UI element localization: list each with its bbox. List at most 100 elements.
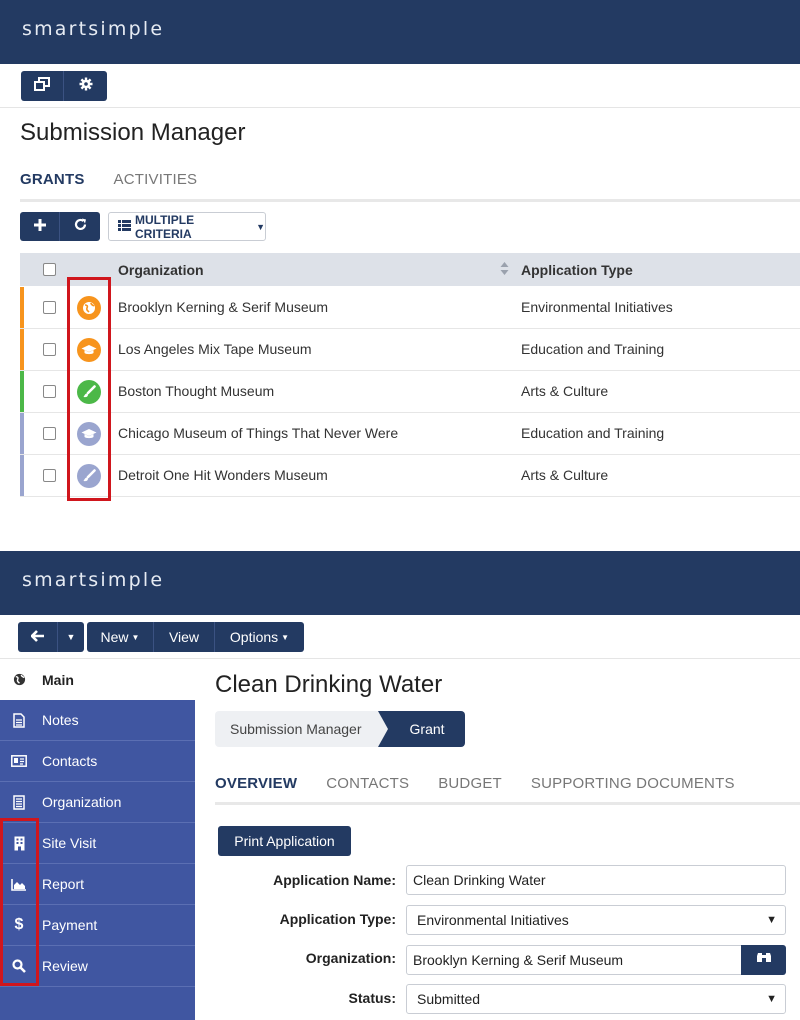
breadcrumb: Submission Manager Grant [215,711,465,747]
plus-icon [33,218,46,236]
organization-link[interactable]: Brooklyn Kerning & Serif Museum [118,299,328,315]
lookup-button[interactable] [741,945,786,975]
application-type-select[interactable]: Environmental Initiatives ▼ [406,905,786,935]
windows-icon [34,76,50,96]
status-bar [20,371,24,412]
row-checkbox[interactable] [43,301,56,314]
settings-button[interactable] [64,71,107,101]
chevron-down-icon: ▼ [66,632,76,642]
application-type: Arts & Culture [521,383,609,399]
sidebar-item-label: Review [42,958,88,974]
record-title: Clean Drinking Water [215,671,443,698]
chevron-down-icon: ▼ [281,632,290,642]
grants-tabs: GRANTS ACTIVITIES [20,171,197,202]
sidebar-item-label: Notes [42,712,79,728]
record-toolbar: New ▼ View Options ▼ [87,622,304,652]
tab-contacts[interactable]: CONTACTS [326,775,409,805]
history-dropdown-button[interactable]: ▼ [58,622,84,652]
organization-link[interactable]: Chicago Museum of Things That Never Were [118,425,398,441]
application-type: Education and Training [521,341,665,357]
sidebar-item-notes[interactable]: Notes [0,700,195,741]
status-bar [20,287,24,328]
organization-link[interactable]: Detroit One Hit Wonders Museum [118,467,328,483]
view-button[interactable]: View [154,622,215,652]
caret-down-icon: ▼ [766,993,777,1005]
criteria-label: MULTIPLE CRITERIA [135,212,195,241]
table-row[interactable]: Brooklyn Kerning & Serif Museum Environm… [20,287,800,329]
sidebar-item-label: Main [42,671,74,688]
table-row[interactable]: Detroit One Hit Wonders Museum Arts & Cu… [20,455,800,497]
back-button-group: ▼ [18,622,84,652]
table-row[interactable]: Chicago Museum of Things That Never Were… [20,413,800,455]
column-header-application-type[interactable]: Application Type [521,262,633,278]
top-toolbar [21,71,107,101]
tab-grants[interactable]: GRANTS [20,171,97,202]
status-bar [20,455,24,496]
multiple-criteria-dropdown[interactable]: MULTIPLE CRITERIA ▼ [108,212,266,241]
sidebar-filler [0,987,195,1020]
table-row[interactable]: Boston Thought Museum Arts & Culture [20,371,800,413]
sort-icon[interactable] [500,261,509,281]
tab-supporting-documents[interactable]: SUPPORTING DOCUMENTS [531,775,735,805]
column-header-organization[interactable]: Organization [118,262,204,278]
breadcrumb-grant[interactable]: Grant [387,711,465,747]
divider [0,107,800,108]
status-bar [20,413,24,454]
select-all-checkbox[interactable] [43,263,56,276]
tab-activities[interactable]: ACTIVITIES [114,171,198,202]
sidebar-item-label: Contacts [42,753,98,769]
organization-link[interactable]: Boston Thought Museum [118,383,274,399]
sidebar-item-label: Organization [42,794,122,810]
status-select[interactable]: Submitted ▼ [406,984,786,1014]
application-type: Environmental Initiatives [521,299,673,315]
brand-logo: smartsimple [22,569,165,591]
sidebar-item-label: Site Visit [42,835,97,851]
tab-budget[interactable]: BUDGET [438,775,502,805]
new-button[interactable]: New ▼ [87,622,154,652]
document-icon [11,712,27,728]
breadcrumb-separator [377,711,388,747]
organization-link[interactable]: Los Angeles Mix Tape Museum [118,341,312,357]
table-row[interactable]: Los Angeles Mix Tape Museum Education an… [20,329,800,371]
record-tabs: OVERVIEW CONTACTS BUDGET SUPPORTING DOCU… [215,775,764,805]
status-bar [20,329,24,370]
back-button[interactable] [18,622,58,652]
ledger-icon [11,794,27,810]
binoculars-icon [756,951,772,969]
sidebar-item-contacts[interactable]: Contacts [0,741,195,782]
list-icon [118,219,131,234]
brand-logo: smartsimple [22,18,165,40]
arrow-left-icon [29,629,45,645]
print-application-button[interactable]: Print Application [218,826,351,856]
row-checkbox[interactable] [43,385,56,398]
sidebar-item-label: Payment [42,917,98,933]
new-button-label: New [100,629,129,645]
application-name-label: Application Name: [273,872,396,888]
application-type: Education and Training [521,425,665,441]
breadcrumb-submission-manager[interactable]: Submission Manager [215,711,378,747]
add-button[interactable] [20,212,60,241]
caret-down-icon: ▼ [766,914,777,926]
application-type-label: Application Type: [279,911,396,927]
organization-field[interactable]: Brooklyn Kerning & Serif Museum [406,945,742,975]
tab-overview[interactable]: OVERVIEW [215,775,310,805]
refresh-button[interactable] [60,212,100,241]
status-label: Status: [348,990,396,1006]
chevron-down-icon: ▼ [131,632,140,642]
application-name-field[interactable]: Clean Drinking Water [406,865,786,895]
window-button[interactable] [21,71,64,101]
globe-icon [11,672,27,688]
options-button-label: Options [229,629,279,645]
row-checkbox[interactable] [43,343,56,356]
sidebar-item-main[interactable]: Main [0,659,195,700]
bottom-header-bar: smartsimple [0,551,800,615]
tab-underline [215,802,800,805]
row-checkbox[interactable] [43,469,56,482]
refresh-icon [74,218,87,236]
row-checkbox[interactable] [43,427,56,440]
view-button-label: View [168,629,200,645]
sidebar-item-label: Report [42,876,85,892]
options-button[interactable]: Options ▼ [215,622,304,652]
sidebar-item-organization[interactable]: Organization [0,782,195,823]
top-header-bar: smartsimple [0,0,800,64]
